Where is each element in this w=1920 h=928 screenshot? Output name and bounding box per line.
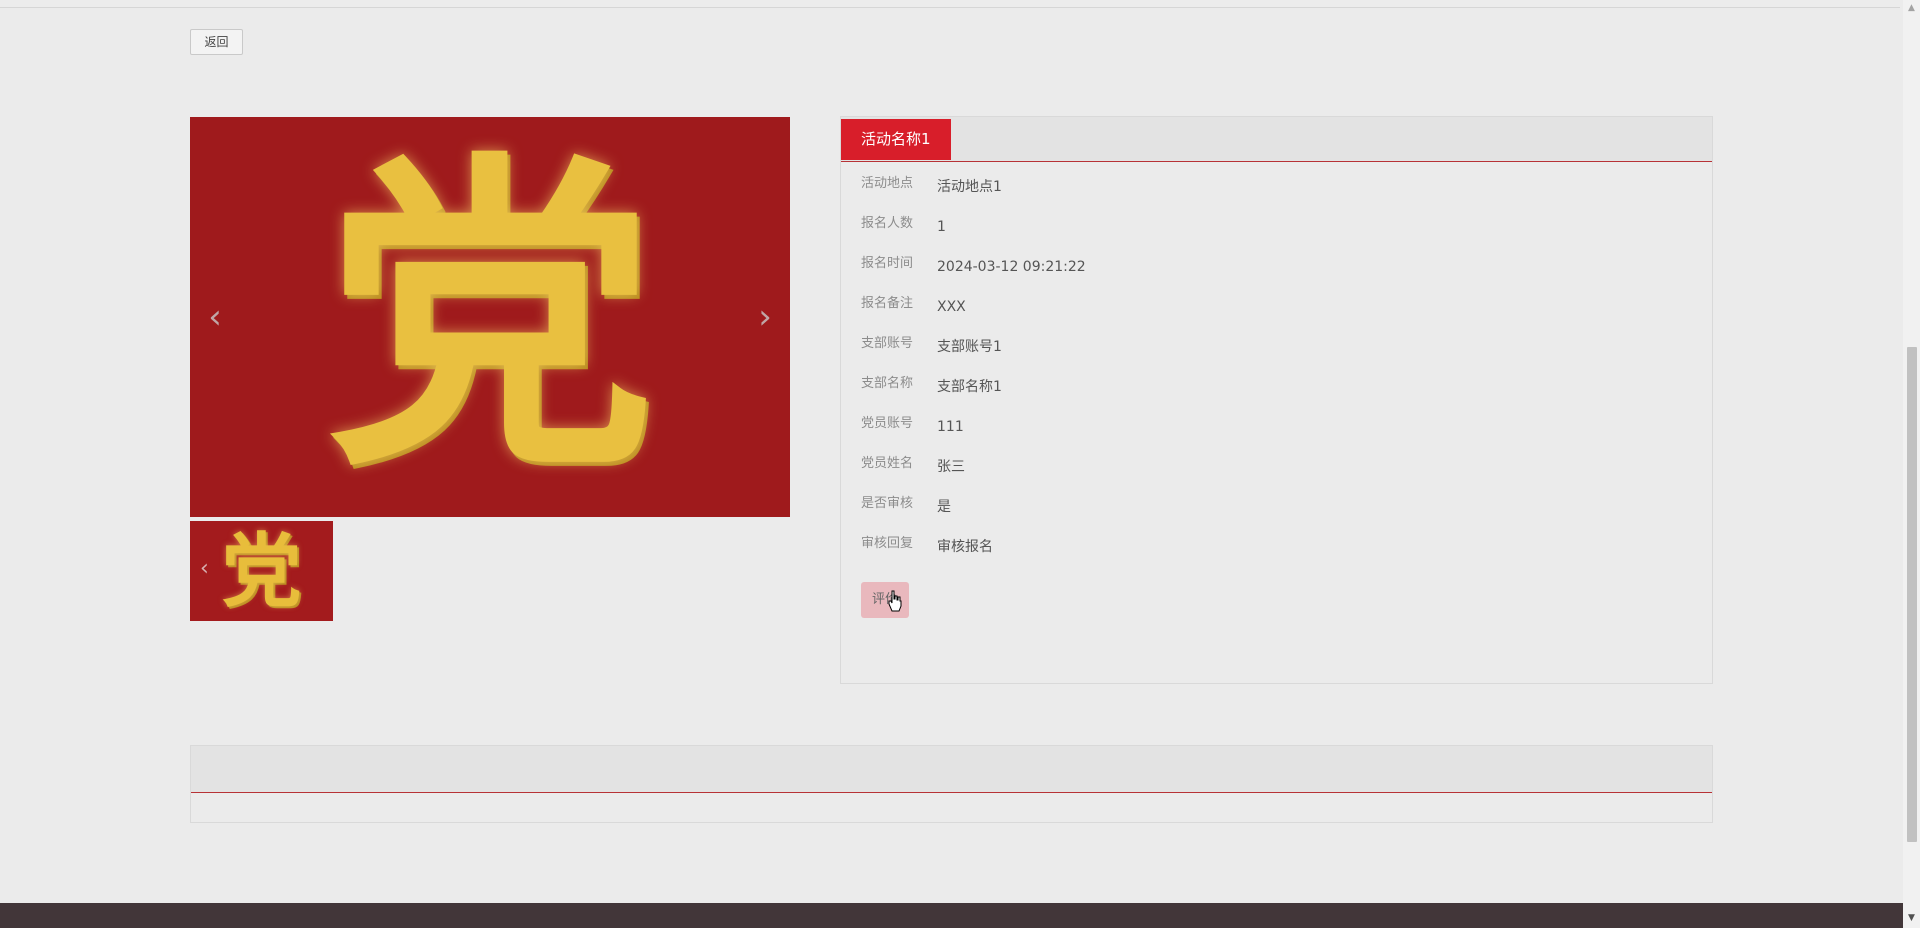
field-label: 党员账号 <box>861 416 914 431</box>
field-label: 报名备注 <box>861 296 914 311</box>
field-value: 审核报名 <box>937 539 993 555</box>
back-button[interactable]: 返回 <box>190 29 243 55</box>
field-value: 111 <box>937 419 964 435</box>
image-carousel: 党 ‹ › <box>190 117 790 517</box>
field-value: 是 <box>937 499 951 515</box>
vertical-scrollbar[interactable]: ▲ ▼ <box>1903 0 1920 928</box>
scrollbar-thumb[interactable] <box>1907 347 1917 842</box>
activity-title: 活动名称1 <box>841 119 951 160</box>
carousel-thumbnail[interactable]: 党 ‹ <box>190 521 333 621</box>
carousel-prev-icon[interactable]: ‹ <box>200 297 230 337</box>
page-footer <box>0 903 1903 928</box>
top-divider <box>0 0 1900 8</box>
field-label: 支部账号 <box>861 336 914 351</box>
scroll-up-icon[interactable]: ▲ <box>1908 4 1915 13</box>
field-row: 是否审核 是 <box>861 493 1086 533</box>
field-value: 支部账号1 <box>937 339 1002 355</box>
field-value: 2024-03-12 09:21:22 <box>937 259 1086 275</box>
field-row: 支部名称 支部名称1 <box>861 373 1086 413</box>
field-row: 报名人数 1 <box>861 213 1086 253</box>
field-label: 是否审核 <box>861 496 914 511</box>
field-value: 1 <box>937 219 946 235</box>
detail-panel: 活动名称1 活动地点 活动地点1 报名人数 1 报名时间 2024-03-12 09:… <box>840 116 1713 684</box>
field-row: 审核回复 审核报名 <box>861 533 1086 573</box>
detail-fields: 活动地点 活动地点1 报名人数 1 报名时间 2024-03-12 09:21:22 … <box>861 173 1086 573</box>
thumbnail-prev-icon[interactable]: ‹ <box>200 554 209 584</box>
field-row: 报名备注 XXX <box>861 293 1086 333</box>
field-label: 活动地点 <box>861 176 914 191</box>
hand-pointer-icon <box>888 590 902 612</box>
field-row: 报名时间 2024-03-12 09:21:22 <box>861 253 1086 293</box>
field-row: 支部账号 支部账号1 <box>861 333 1086 373</box>
field-label: 报名时间 <box>861 256 914 271</box>
carousel-image: 党 <box>325 123 655 511</box>
field-row: 党员姓名 张三 <box>861 453 1086 493</box>
thumbnail-image: 党 <box>221 524 302 618</box>
field-row: 活动地点 活动地点1 <box>861 173 1086 213</box>
field-row: 党员账号 111 <box>861 413 1086 453</box>
scroll-down-icon[interactable]: ▼ <box>1908 914 1915 923</box>
field-value: 活动地点1 <box>937 179 1002 195</box>
field-value: 张三 <box>937 459 965 475</box>
field-label: 报名人数 <box>861 216 914 231</box>
field-label: 党员姓名 <box>861 456 914 471</box>
carousel-next-icon[interactable]: › <box>750 297 780 337</box>
field-value: 支部名称1 <box>937 379 1002 395</box>
field-value: XXX <box>937 299 966 315</box>
comments-panel <box>190 745 1713 823</box>
field-label: 支部名称 <box>861 376 914 391</box>
field-label: 审核回复 <box>861 536 914 551</box>
comments-panel-header <box>191 746 1712 793</box>
detail-panel-header: 活动名称1 <box>841 117 1712 162</box>
